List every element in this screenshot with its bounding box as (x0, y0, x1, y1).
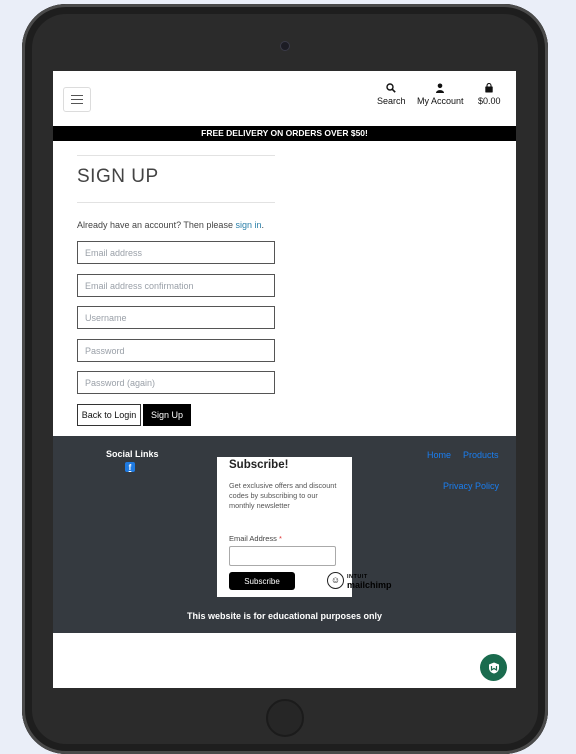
divider (77, 202, 275, 203)
shopping-bag-icon (485, 83, 493, 93)
shield-icon (488, 662, 499, 673)
newsletter-description: Get exclusive offers and discount codes … (229, 481, 337, 510)
mailchimp-brand-bottom: mailchimp (347, 579, 392, 590)
email-confirm-field[interactable] (77, 274, 275, 297)
site-header: Search My Account $0.00 (53, 71, 516, 126)
nav-search-label: Search (377, 96, 406, 106)
nav-search[interactable]: Search (377, 83, 406, 106)
camera-dot (280, 41, 290, 51)
chat-widget-button[interactable] (480, 654, 507, 681)
newsletter-email-label-text: Email Address (229, 534, 277, 543)
mailchimp-logo[interactable]: ☺ INTUIT mailchimp (327, 572, 392, 589)
menu-icon-bar (71, 103, 83, 104)
site-footer: Social Links f Home Products Privacy Pol… (53, 436, 516, 633)
tablet-frame: Search My Account $0.00 FREE DELIVERY ON… (22, 4, 548, 754)
nav-cart[interactable]: $0.00 (478, 83, 501, 106)
nav-account[interactable]: My Account (417, 83, 464, 106)
footer-link-home[interactable]: Home (427, 450, 451, 460)
signin-prompt: Already have an account? Then please sig… (77, 220, 264, 230)
sign-up-button[interactable]: Sign Up (143, 404, 191, 426)
cart-total: $0.00 (478, 96, 501, 106)
facebook-icon[interactable]: f (125, 462, 135, 472)
footer-link-privacy[interactable]: Privacy Policy (443, 481, 499, 491)
divider (77, 155, 275, 156)
page-title: SIGN UP (77, 166, 159, 187)
newsletter-email-label: Email Address * (229, 534, 282, 543)
menu-toggle-button[interactable] (63, 87, 91, 112)
footer-link-products[interactable]: Products (463, 450, 499, 460)
username-field[interactable] (77, 306, 275, 329)
email-field[interactable] (77, 241, 275, 264)
social-links-title: Social Links (106, 449, 159, 459)
password-again-field[interactable] (77, 371, 275, 394)
user-icon (436, 83, 445, 93)
mailchimp-wordmark: INTUIT mailchimp (347, 573, 392, 590)
screen: Search My Account $0.00 FREE DELIVERY ON… (53, 71, 516, 688)
signin-prompt-text: Already have an account? Then please (77, 220, 236, 230)
search-icon (386, 83, 397, 93)
newsletter-title: Subscribe! (229, 459, 289, 471)
footer-note: This website is for educational purposes… (186, 611, 383, 621)
menu-icon-bar (71, 99, 83, 100)
back-to-login-button[interactable]: Back to Login (77, 404, 141, 426)
mailchimp-icon: ☺ (327, 572, 344, 589)
password-field[interactable] (77, 339, 275, 362)
home-button[interactable] (266, 699, 304, 737)
signin-link[interactable]: sign in (235, 220, 261, 230)
delivery-banner: FREE DELIVERY ON ORDERS OVER $50! (53, 126, 516, 141)
nav-account-label: My Account (417, 96, 464, 106)
subscribe-button[interactable]: Subscribe (229, 572, 295, 590)
required-mark: * (279, 534, 282, 543)
menu-icon-bar (71, 95, 83, 96)
signin-prompt-period: . (261, 220, 264, 230)
newsletter-email-input[interactable] (229, 546, 336, 566)
